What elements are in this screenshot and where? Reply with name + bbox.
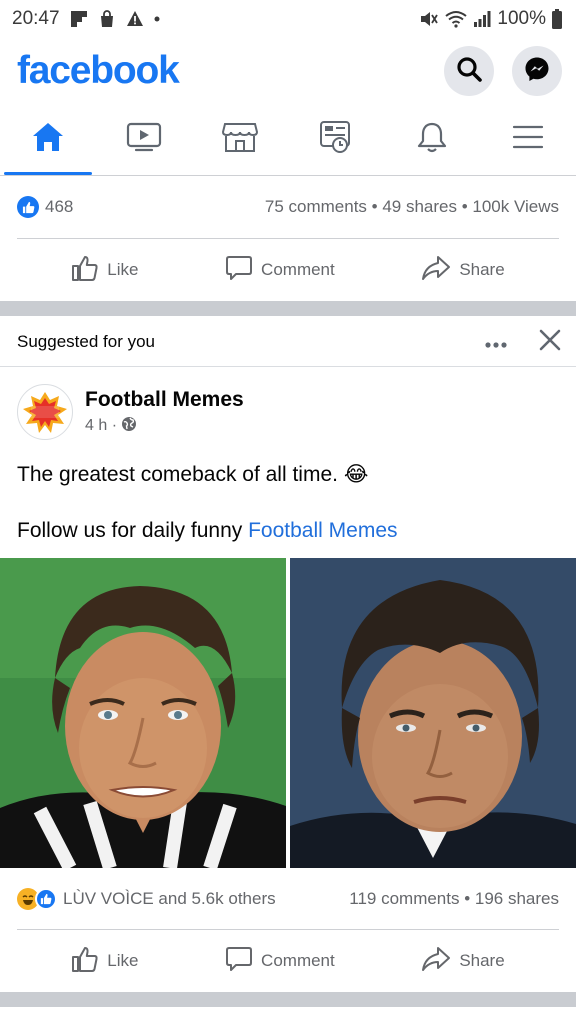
comment-button[interactable]: Comment: [225, 945, 335, 978]
post-stats-text[interactable]: 75 comments • 49 shares • 100k Views: [265, 197, 559, 217]
post-text-line1: The greatest comeback of all time. 😂: [17, 463, 369, 486]
comment-icon: [225, 254, 253, 287]
comment-button[interactable]: Comment: [225, 254, 335, 287]
app-header: facebook: [0, 38, 576, 104]
post1-stats: 468 75 comments • 49 shares • 100k Views: [17, 194, 559, 220]
like-button[interactable]: Like: [71, 945, 138, 978]
post-text-prefix: Follow us for daily funny: [17, 519, 249, 542]
like-label: Like: [107, 951, 139, 970]
notification-dot-icon: [154, 16, 160, 22]
home-icon: [31, 121, 65, 158]
battery-level: 100%: [497, 8, 546, 29]
tab-notifications[interactable]: [384, 104, 480, 175]
comment-label: Comment: [261, 260, 335, 279]
tab-menu[interactable]: [480, 104, 576, 175]
post-header: Football Memes 4 h ·: [17, 384, 244, 440]
post2-stats: LÙV VOÌCE and 5.6k others 119 comments •…: [17, 886, 559, 912]
share-label: Share: [459, 951, 505, 970]
feed-separator: [0, 992, 576, 1007]
share-button[interactable]: Share: [421, 945, 505, 978]
post-text-line2: Follow us for daily funny Football Memes: [17, 519, 559, 543]
reaction-count[interactable]: 468: [45, 197, 73, 217]
thumbs-up-icon: [71, 945, 99, 978]
status-bar: 20:47 100%: [0, 0, 576, 38]
hamburger-menu-icon: [512, 123, 544, 156]
share-icon: [421, 945, 451, 978]
post-images: [0, 558, 576, 868]
wifi-icon: [445, 10, 468, 28]
globe-icon: [121, 416, 137, 437]
page-name[interactable]: Football Memes: [85, 388, 244, 412]
share-label: Share: [459, 260, 505, 279]
marketplace-icon: [221, 120, 259, 159]
suggested-header: Suggested for you: [0, 318, 576, 367]
comment-icon: [225, 945, 253, 978]
divider: [17, 929, 559, 930]
like-reaction-icon: [17, 196, 39, 218]
close-icon[interactable]: [538, 328, 562, 357]
main-nav: [0, 104, 576, 176]
shopping-bag-icon: [98, 10, 116, 28]
messenger-icon: [524, 56, 550, 87]
more-options-icon[interactable]: [484, 331, 508, 353]
share-icon: [421, 254, 451, 287]
tab-marketplace[interactable]: [192, 104, 288, 175]
page-link[interactable]: Football Memes: [248, 519, 397, 542]
reactions-text[interactable]: LÙV VOÌCE and 5.6k others: [63, 889, 276, 909]
photo-older-manager[interactable]: [290, 558, 576, 868]
comment-label: Comment: [261, 951, 335, 970]
photo-young-player[interactable]: [0, 558, 286, 868]
post1-actions: Like Comment Share: [0, 254, 576, 286]
tab-watch[interactable]: [96, 104, 192, 175]
football-memes-logo: [23, 392, 67, 433]
facebook-logo[interactable]: facebook: [17, 49, 180, 93]
search-icon: [456, 56, 482, 87]
signal-icon: [473, 10, 491, 28]
like-button[interactable]: Like: [71, 254, 138, 287]
tab-news[interactable]: [288, 104, 384, 175]
news-clock-icon: [318, 120, 354, 159]
flipboard-icon: [70, 10, 88, 28]
suggested-label: Suggested for you: [17, 332, 155, 351]
like-label: Like: [107, 260, 139, 279]
reaction-icons: [17, 888, 57, 910]
feed-separator: [0, 301, 576, 316]
bell-icon: [416, 120, 448, 159]
messenger-button[interactable]: [512, 46, 562, 96]
like-reaction-icon: [35, 888, 57, 910]
status-time: 20:47: [12, 8, 60, 29]
post-time[interactable]: 4 h ·: [85, 417, 117, 435]
video-icon: [126, 121, 162, 158]
mute-icon: [419, 10, 439, 28]
warning-icon: [126, 10, 144, 28]
tab-home[interactable]: [0, 104, 96, 175]
post-stats-text[interactable]: 119 comments • 196 shares: [349, 889, 559, 909]
post2-actions: Like Comment Share: [0, 945, 576, 977]
battery-icon: [552, 9, 562, 29]
share-button[interactable]: Share: [421, 254, 505, 287]
page-avatar[interactable]: [17, 384, 73, 440]
search-button[interactable]: [444, 46, 494, 96]
thumbs-up-icon: [71, 254, 99, 287]
divider: [17, 238, 559, 239]
